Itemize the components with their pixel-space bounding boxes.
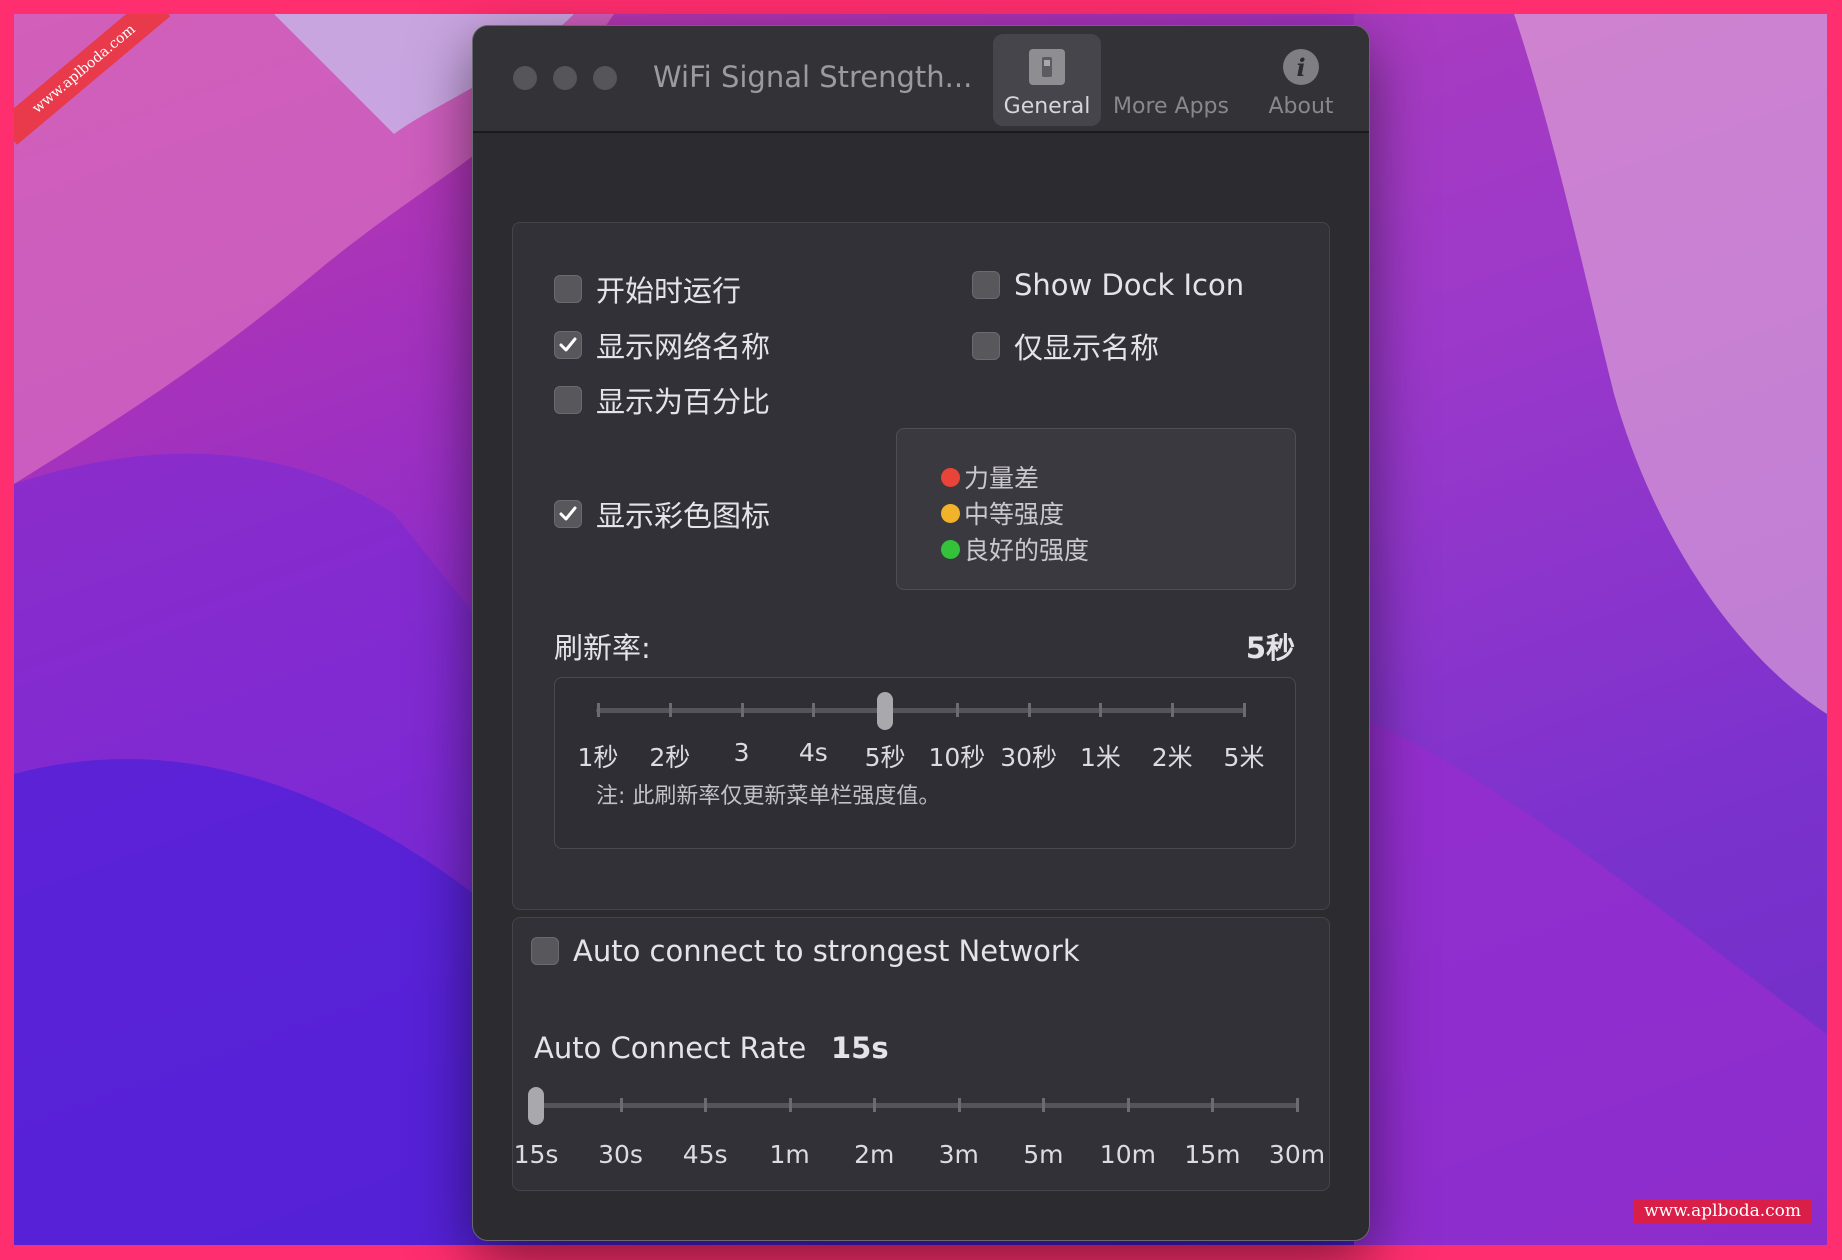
refresh-rate-slider-tick bbox=[1171, 703, 1175, 717]
refresh-rate-note: 注: 此刷新率仅更新菜单栏强度值。 bbox=[596, 784, 941, 809]
legend-label-poor: 力量差 bbox=[964, 464, 1040, 493]
auto-connect-slider-tick-label: 2m bbox=[854, 1140, 895, 1169]
auto-connect-slider-tick-label: 5m bbox=[1023, 1140, 1064, 1169]
refresh-rate-slider-tick bbox=[1027, 703, 1031, 717]
show-name-only-label: 仅显示名称 bbox=[1014, 331, 1160, 365]
info-icon: i bbox=[1282, 48, 1320, 90]
refresh-rate-slider-tick bbox=[668, 703, 672, 717]
refresh-rate-slider-tick-label: 1米 bbox=[1079, 743, 1121, 772]
tab-more-apps-label: More Apps bbox=[1113, 94, 1229, 119]
general-settings-panel: 开始时运行 Show Dock Icon 显示网络名称 仅显示名称 显示为百分比… bbox=[512, 222, 1330, 910]
legend-item-medium: 中等强度 bbox=[941, 495, 1064, 531]
tab-about-label: About bbox=[1268, 94, 1334, 119]
show-dock-icon-label: Show Dock Icon bbox=[1014, 268, 1245, 302]
refresh-rate-slider-tick-label: 2秒 bbox=[649, 743, 691, 772]
refresh-rate-slider-knob[interactable] bbox=[877, 692, 894, 730]
refresh-rate-slider-tick-label: 3 bbox=[733, 738, 750, 767]
minimize-button[interactable] bbox=[553, 66, 577, 90]
close-button[interactable] bbox=[513, 66, 537, 90]
show-color-icon-checkbox[interactable]: 显示彩色图标 bbox=[554, 493, 770, 535]
refresh-rate-slider-tick bbox=[1099, 703, 1103, 717]
show-name-only-checkbox[interactable]: 仅显示名称 bbox=[972, 325, 1159, 367]
refresh-rate-slider-track[interactable] bbox=[596, 708, 1246, 713]
auto-connect-slider-track[interactable] bbox=[534, 1103, 1299, 1108]
show-network-name-checkbox[interactable]: 显示网络名称 bbox=[554, 324, 770, 366]
checkmark-icon bbox=[559, 337, 577, 352]
show-dock-icon-checkbox[interactable]: Show Dock Icon bbox=[972, 268, 1244, 302]
refresh-rate-value: 5秒 bbox=[1245, 631, 1295, 665]
refresh-rate-slider-tick-label: 5米 bbox=[1223, 743, 1265, 772]
refresh-rate-slider-tick-label: 5秒 bbox=[864, 743, 906, 772]
show-color-icon-box[interactable] bbox=[554, 500, 582, 528]
refresh-rate-slider-tick-label: 4s bbox=[798, 738, 828, 767]
show-dock-icon-box[interactable] bbox=[972, 271, 1000, 299]
show-network-name-box[interactable] bbox=[554, 331, 582, 359]
legend-item-poor: 力量差 bbox=[941, 459, 1039, 495]
show-name-only-box[interactable] bbox=[972, 332, 1000, 360]
show-color-icon-label: 显示彩色图标 bbox=[596, 499, 771, 533]
launch-at-start-box[interactable] bbox=[554, 275, 582, 303]
refresh-rate-slider-panel: 1秒 2秒 3 4s 5秒 10秒 30秒 1米 2米 5米 注: 此刷新率仅更新菜单栏强度值。 bbox=[554, 677, 1296, 849]
auto-connect-slider-tick-label: 30m bbox=[1268, 1140, 1326, 1169]
auto-connect-slider-tick-label: 45s bbox=[682, 1140, 728, 1169]
auto-connect-slider-tick-label: 3m bbox=[938, 1140, 979, 1169]
refresh-rate-slider-tick-label: 2米 bbox=[1151, 743, 1193, 772]
show-percentage-checkbox[interactable]: 显示为百分比 bbox=[554, 379, 770, 421]
launch-at-start-label: 开始时运行 bbox=[596, 274, 742, 308]
show-percentage-label: 显示为百分比 bbox=[596, 385, 771, 419]
refresh-rate-slider-tick-label: 10秒 bbox=[928, 743, 986, 772]
auto-connect-slider-tick bbox=[1126, 1098, 1130, 1112]
auto-connect-slider-tick bbox=[788, 1098, 792, 1112]
auto-connect-slider-tick bbox=[619, 1098, 623, 1112]
refresh-rate-slider-tick bbox=[597, 703, 600, 717]
show-network-name-label: 显示网络名称 bbox=[596, 330, 771, 364]
refresh-rate-slider-tick bbox=[812, 703, 816, 717]
auto-connect-slider-tick bbox=[1296, 1098, 1299, 1112]
legend-label-good: 良好的强度 bbox=[964, 536, 1090, 565]
legend-label-medium: 中等强度 bbox=[964, 500, 1065, 529]
auto-connect-slider-tick-label: 15s bbox=[513, 1140, 559, 1169]
auto-connect-slider-tick-label: 30s bbox=[598, 1140, 643, 1169]
switch-icon bbox=[1028, 48, 1066, 90]
refresh-rate-label: 刷新率: bbox=[554, 631, 651, 665]
auto-connect-slider-tick bbox=[873, 1098, 877, 1112]
auto-connect-slider-tick-label: 10m bbox=[1099, 1140, 1156, 1169]
auto-connect-slider-tick bbox=[1042, 1098, 1046, 1112]
auto-connect-checkbox[interactable]: Auto connect to strongest Network bbox=[531, 934, 1080, 968]
yellow-dot-icon bbox=[941, 503, 960, 523]
tab-more-apps[interactable]: More Apps bbox=[1109, 34, 1233, 126]
legend-item-good: 良好的强度 bbox=[941, 531, 1089, 567]
signal-legend: 力量差 中等强度 良好的强度 bbox=[896, 428, 1296, 590]
auto-connect-slider-tick bbox=[704, 1098, 708, 1112]
red-dot-icon bbox=[941, 467, 960, 487]
refresh-rate-slider-tick-label: 1秒 bbox=[577, 743, 619, 772]
zoom-button[interactable] bbox=[593, 66, 617, 90]
refresh-rate-slider-tick-label: 30秒 bbox=[1000, 743, 1058, 772]
refresh-rate-slider-tick bbox=[955, 703, 959, 717]
auto-connect-label: Auto connect to strongest Network bbox=[573, 934, 1080, 968]
title-bar: WiFi Signal Strength... General More App… bbox=[473, 26, 1369, 133]
checkmark-icon bbox=[559, 506, 577, 521]
tab-general[interactable]: General bbox=[993, 34, 1101, 126]
show-percentage-box[interactable] bbox=[554, 386, 582, 414]
auto-connect-slider-tick bbox=[1211, 1098, 1215, 1112]
auto-connect-slider-knob[interactable] bbox=[528, 1087, 544, 1125]
auto-connect-rate-label: Auto Connect Rate bbox=[534, 1031, 807, 1065]
auto-connect-slider-tick-label: 1m bbox=[769, 1140, 810, 1169]
watermark-bottom-right: www.aplboda.com bbox=[1634, 1199, 1811, 1223]
auto-connect-slider-tick bbox=[957, 1098, 961, 1112]
refresh-rate-slider-tick bbox=[740, 703, 744, 717]
auto-connect-panel: Auto connect to strongest Network Auto C… bbox=[512, 917, 1330, 1191]
svg-text:i: i bbox=[1296, 53, 1305, 82]
preferences-window: WiFi Signal Strength... General More App… bbox=[472, 25, 1370, 1241]
refresh-rate-slider-tick bbox=[1243, 703, 1246, 717]
window-title: WiFi Signal Strength... bbox=[653, 60, 973, 94]
tab-about[interactable]: i About bbox=[1241, 34, 1361, 126]
auto-connect-box[interactable] bbox=[531, 937, 559, 965]
tab-general-label: General bbox=[1003, 94, 1091, 119]
auto-connect-rate-value: 15s bbox=[831, 1031, 889, 1065]
launch-at-start-checkbox[interactable]: 开始时运行 bbox=[554, 268, 741, 310]
auto-connect-slider-tick-label: 15m bbox=[1184, 1140, 1241, 1169]
green-dot-icon bbox=[941, 539, 960, 559]
